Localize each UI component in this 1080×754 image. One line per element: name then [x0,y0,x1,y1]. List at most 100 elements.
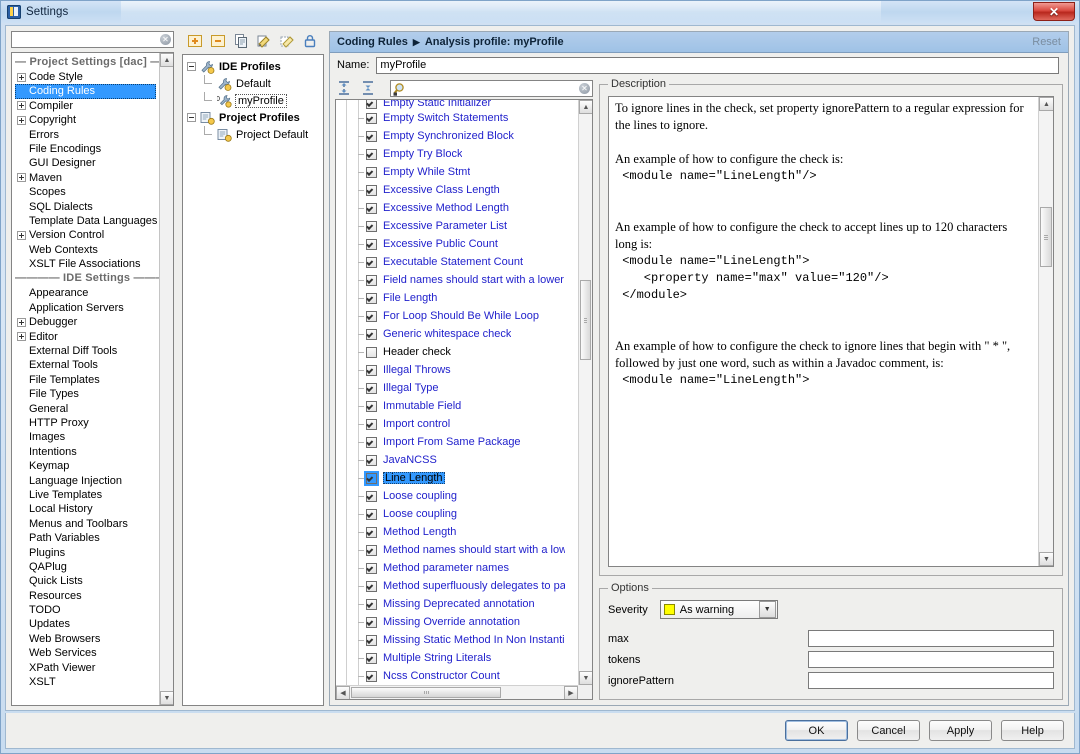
option-input-ignorepattern[interactable] [808,672,1054,689]
expand-icon[interactable] [17,332,26,342]
rule-checkbox[interactable] [366,130,377,142]
rule-checkbox[interactable] [366,490,377,502]
sidebar-item-todo[interactable]: TODO [15,603,159,617]
sidebar-item-live-templates[interactable]: Live Templates [15,488,159,502]
rule-checkbox[interactable] [366,274,377,286]
sidebar-item-updates[interactable]: Updates [15,617,159,631]
sidebar-item-menus-and-toolbars[interactable]: Menus and Toolbars [15,517,159,531]
sidebar-item-compiler[interactable]: Compiler [15,99,159,113]
rule-checkbox[interactable] [366,634,377,646]
scroll-thumb[interactable] [580,280,591,360]
sidebar-item-external-diff-tools[interactable]: External Diff Tools [15,344,159,358]
rule-checkbox[interactable] [366,256,377,268]
collapse-icon[interactable] [187,113,196,122]
rule-checkbox[interactable] [366,544,377,556]
rules-list-item[interactable]: Line Length [336,469,578,487]
rule-checkbox[interactable] [366,508,377,520]
rules-list-item[interactable]: Import From Same Package [336,433,578,451]
sidebar-item-xslt[interactable]: XSLT [15,675,159,689]
profile-tree-item-default[interactable]: Default [187,75,323,92]
rule-checkbox[interactable] [366,616,377,628]
sidebar-item-http-proxy[interactable]: HTTP Proxy [15,416,159,430]
rules-list-item[interactable]: Field names should start with a lower ca… [336,271,578,289]
rules-horizontal-scrollbar[interactable]: ◀ ▶ [336,685,578,699]
sidebar-item-external-tools[interactable]: External Tools [15,358,159,372]
profile-name-input[interactable] [376,56,1059,74]
rules-list-item[interactable]: Empty While Stmt [336,163,578,181]
rule-checkbox[interactable] [366,328,377,340]
scroll-up-icon[interactable]: ▲ [579,100,592,114]
sidebar-item-template-data-languages[interactable]: Template Data Languages [15,214,159,228]
sidebar-item-path-variables[interactable]: Path Variables [15,531,159,545]
collapse-icon[interactable] [187,62,196,71]
rules-list-item[interactable]: Excessive Public Count [336,235,578,253]
sidebar-item-xslt-file-associations[interactable]: XSLT File Associations [15,257,159,271]
rule-checkbox[interactable] [366,580,377,592]
rule-checkbox[interactable] [366,400,377,412]
rule-checkbox[interactable] [366,166,377,178]
rules-list-item[interactable]: Method superfluously delegates to parent [336,577,578,595]
option-input-max[interactable] [808,630,1054,647]
rule-checkbox[interactable] [366,184,377,196]
rules-list-item[interactable]: Header check [336,343,578,361]
rules-list-item[interactable]: Empty Switch Statements [336,109,578,127]
expand-icon[interactable] [17,230,26,240]
expand-icon[interactable] [17,317,26,327]
sidebar-item-file-types[interactable]: File Types [15,387,159,401]
rule-checkbox[interactable] [366,364,377,376]
rule-checkbox[interactable] [366,598,377,610]
rules-list-item[interactable]: Empty Synchronized Block [336,127,578,145]
rules-list-item[interactable]: Method Length [336,523,578,541]
rule-checkbox[interactable] [366,526,377,538]
rules-list-item[interactable]: Missing Deprecated annotation [336,595,578,613]
scroll-up-icon[interactable]: ▲ [1039,97,1053,111]
sidebar-item-appearance[interactable]: Appearance [15,286,159,300]
ok-button[interactable]: OK [785,720,848,741]
rules-list-item[interactable]: Loose coupling [336,505,578,523]
profile-tree-item-project-profiles[interactable]: Project Profiles [187,109,323,126]
expand-icon[interactable] [17,115,26,125]
scroll-thumb-horizontal[interactable] [351,687,501,698]
profiles-tree[interactable]: IDE Profiles Default DmyProfile Project Pro… [182,54,324,706]
option-input-tokens[interactable] [808,651,1054,668]
sidebar-item-language-injection[interactable]: Language Injection [15,474,159,488]
scroll-left-icon[interactable]: ◀ [336,686,350,699]
plus-icon[interactable] [187,33,203,49]
rule-checkbox[interactable] [366,100,377,109]
profile-tree-item-myprofile[interactable]: DmyProfile [187,92,323,109]
rule-checkbox[interactable] [366,238,377,250]
rule-checkbox[interactable] [366,652,377,664]
scroll-right-icon[interactable]: ▶ [564,686,578,699]
rules-list-item[interactable]: Multiple String Literals [336,649,578,667]
rules-list-item[interactable]: Generic whitespace check [336,325,578,343]
rules-list-item[interactable]: Import control [336,415,578,433]
rules-list-item[interactable]: Excessive Parameter List [336,217,578,235]
sidebar-item-plugins[interactable]: Plugins [15,546,159,560]
rule-checkbox[interactable] [366,202,377,214]
scroll-up-icon[interactable]: ▲ [160,53,173,67]
rules-list[interactable]: Empty Static Initializer Empty Switch Sta… [336,100,578,685]
rule-checkbox[interactable] [366,148,377,160]
sidebar-item-resources[interactable]: Resources [15,589,159,603]
export-icon[interactable] [279,33,295,49]
sidebar-item-web-browsers[interactable]: Web Browsers [15,632,159,646]
rules-list-item[interactable]: Excessive Class Length [336,181,578,199]
help-button[interactable]: Help [1001,720,1064,741]
sidebar-item-xpath-viewer[interactable]: XPath Viewer [15,661,159,675]
rules-list-item[interactable]: Immutable Field [336,397,578,415]
rules-list-item[interactable]: Missing Override annotation [336,613,578,631]
minus-icon[interactable] [210,33,226,49]
rules-list-item[interactable]: Executable Statement Count [336,253,578,271]
copy-icon[interactable] [233,33,249,49]
rule-checkbox[interactable] [366,472,377,484]
import-icon[interactable] [256,33,272,49]
rules-list-item-partial[interactable]: Empty Static Initializer [336,100,578,109]
rule-filter-input[interactable] [390,79,593,97]
sidebar-item-sql-dialects[interactable]: SQL Dialects [15,200,159,214]
clear-circle-icon[interactable]: ✕ [579,82,590,94]
rule-checkbox[interactable] [366,112,377,124]
profile-tree-item-project-default[interactable]: Project Default [187,126,323,143]
rule-checkbox[interactable] [366,220,377,232]
sidebar-item-images[interactable]: Images [15,430,159,444]
search-input[interactable] [11,31,174,48]
